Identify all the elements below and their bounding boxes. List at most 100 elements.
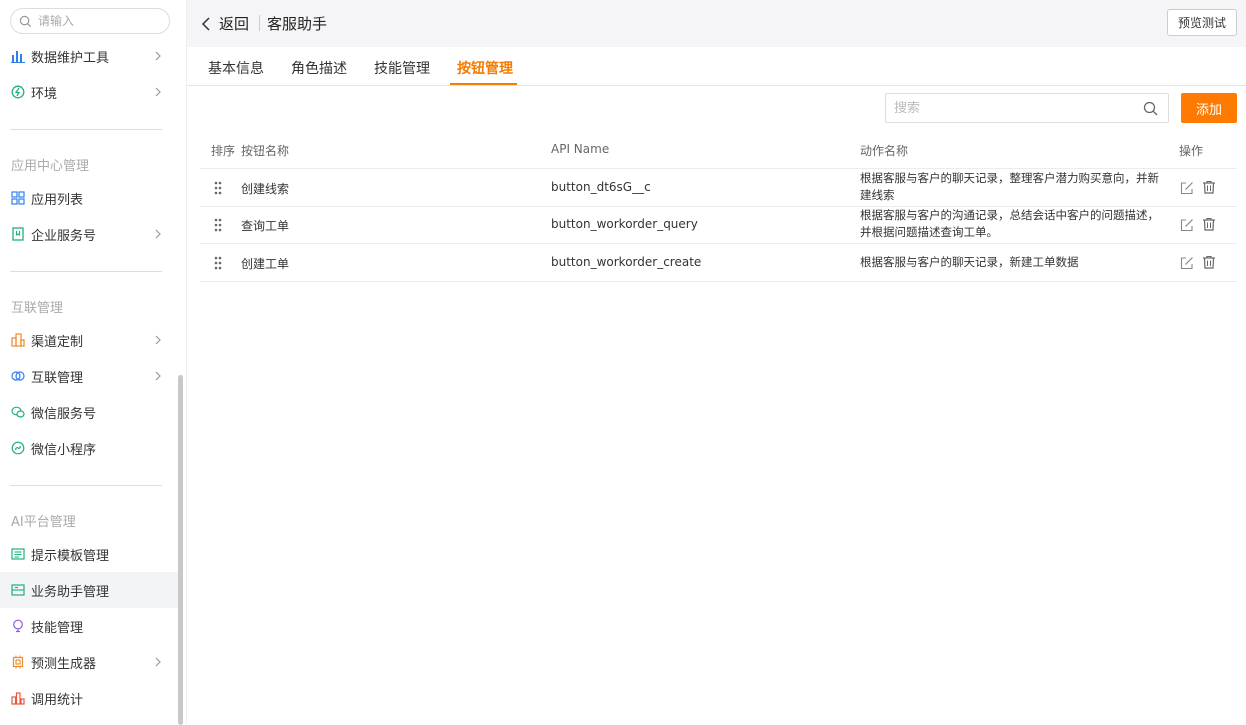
sidebar-divider — [10, 271, 162, 272]
chevron-right-icon — [155, 87, 161, 97]
bulb-icon — [11, 619, 25, 633]
page-header: 返回 客服助手 预览测试 — [187, 0, 1246, 47]
delete-icon[interactable] — [1202, 180, 1216, 194]
statistics-icon — [11, 691, 25, 705]
link-circles-icon — [11, 369, 25, 383]
sidebar-item-label: 应用列表 — [31, 192, 84, 208]
button-search-input[interactable] — [894, 100, 1134, 116]
group-title-app-center: 应用中心管理 — [11, 159, 90, 174]
row-api-name: button_dt6sG__c — [551, 180, 651, 194]
row-action-name: 根据客服与客户的沟通记录，总结会话中客户的问题描述，并根据问题描述查询工单。 — [860, 208, 1159, 239]
tab-role-description[interactable]: 角色描述 — [291, 58, 347, 78]
sidebar-item-label: 预测生成器 — [31, 656, 97, 672]
assistant-icon — [11, 583, 25, 597]
sidebar-item-wechat-service[interactable]: 微信服务号 — [0, 394, 178, 430]
sidebar-item-label: 互联管理 — [31, 370, 84, 386]
column-header-action-name: 动作名称 — [860, 144, 909, 158]
group-title-interconnect: 互联管理 — [11, 301, 64, 316]
sidebar-item-enterprise-service[interactable]: 企业服务号 — [0, 216, 178, 252]
sidebar-item-label: 调用统计 — [31, 692, 84, 708]
sidebar-item-label: 环境 — [31, 86, 58, 102]
column-header-operations: 操作 — [1179, 144, 1204, 158]
sidebar-item-label: 渠道定制 — [31, 334, 84, 350]
sidebar-divider — [10, 485, 162, 486]
row-action-name: 根据客服与客户的聊天记录，整理客户潜力购买意向，并新建线索 — [860, 171, 1159, 202]
active-tab-indicator — [450, 83, 517, 85]
sidebar-item-skill-management[interactable]: 技能管理 — [0, 608, 178, 644]
edit-icon[interactable] — [1180, 256, 1194, 270]
drag-handle-icon[interactable] — [214, 181, 222, 195]
sidebar-item-label: 数据维护工具 — [31, 50, 110, 66]
column-header-order: 排序 — [211, 144, 236, 158]
preview-test-button[interactable]: 预览测试 — [1167, 9, 1237, 36]
tab-skill-management[interactable]: 技能管理 — [374, 58, 430, 78]
sidebar-item-label: 技能管理 — [31, 620, 84, 636]
chevron-right-icon — [155, 371, 161, 381]
column-header-api-name: API Name — [551, 142, 610, 156]
edit-icon[interactable] — [1180, 218, 1194, 232]
sidebar-item-label: 微信服务号 — [31, 406, 97, 422]
bar-chart-icon — [11, 49, 25, 63]
sidebar-scrollbar[interactable] — [178, 375, 183, 725]
table-row: 创建工单 button_workorder_create 根据客服与客户的聊天记… — [200, 244, 1237, 282]
search-icon — [19, 15, 32, 27]
back-label: 返回 — [219, 15, 250, 33]
chip-icon — [11, 655, 25, 669]
miniprogram-icon — [11, 441, 25, 455]
template-icon — [11, 547, 25, 561]
sidebar-item-business-assistant[interactable]: 业务助手管理 — [0, 572, 178, 608]
tab-bar: 基本信息 角色描述 技能管理 按钮管理 — [187, 47, 1246, 86]
environment-icon — [11, 85, 25, 99]
sidebar-item-call-statistics[interactable]: 调用统计 — [0, 680, 178, 716]
sidebar-item-data-tools[interactable]: 数据维护工具 — [0, 38, 178, 74]
sidebar: 数据维护工具 环境 应用中心管理 应用列表 企业服务号 互联管理 渠道定制 — [0, 0, 187, 725]
sidebar-search[interactable] — [10, 8, 170, 34]
edit-icon[interactable] — [1180, 181, 1194, 195]
sidebar-item-label: 企业服务号 — [31, 228, 97, 244]
sidebar-item-wechat-miniprogram[interactable]: 微信小程序 — [0, 430, 178, 466]
sidebar-item-label: 业务助手管理 — [31, 584, 110, 600]
row-api-name: button_workorder_create — [551, 255, 702, 269]
wechat-icon — [11, 405, 25, 419]
row-api-name: button_workorder_query — [551, 217, 698, 231]
sidebar-item-label: 微信小程序 — [31, 442, 97, 458]
drag-handle-icon[interactable] — [214, 256, 222, 270]
row-action-name: 根据客服与客户的聊天记录，新建工单数据 — [860, 255, 1079, 269]
chevron-left-icon — [201, 16, 210, 31]
page-title: 客服助手 — [267, 15, 328, 33]
button-search[interactable] — [885, 93, 1169, 123]
sidebar-item-environment[interactable]: 环境 — [0, 74, 178, 110]
sidebar-item-interconnect[interactable]: 互联管理 — [0, 358, 178, 394]
sidebar-item-label: 提示模板管理 — [31, 548, 110, 564]
column-header-button-name: 按钮名称 — [241, 144, 290, 158]
chevron-right-icon — [155, 51, 161, 61]
chevron-right-icon — [155, 229, 161, 239]
delete-icon[interactable] — [1202, 255, 1216, 269]
sidebar-item-predict-generator[interactable]: 预测生成器 — [0, 644, 178, 680]
group-title-ai-platform: AI平台管理 — [11, 515, 76, 530]
grid-icon — [11, 191, 25, 205]
tab-button-management[interactable]: 按钮管理 — [457, 58, 513, 78]
add-button[interactable]: 添加 — [1181, 93, 1237, 123]
delete-icon[interactable] — [1202, 217, 1216, 231]
row-button-name: 创建线索 — [241, 182, 290, 196]
row-button-name: 创建工单 — [241, 257, 290, 271]
header-separator — [259, 15, 260, 31]
app-root: 数据维护工具 环境 应用中心管理 应用列表 企业服务号 互联管理 渠道定制 — [0, 0, 1246, 725]
chevron-right-icon — [155, 657, 161, 667]
row-button-name: 查询工单 — [241, 219, 290, 233]
sidebar-divider — [10, 129, 162, 130]
table-row: 创建线索 button_dt6sG__c 根据客服与客户的聊天记录，整理客户潜力… — [200, 169, 1237, 207]
bookmark-icon — [11, 227, 25, 241]
sidebar-item-prompt-templates[interactable]: 提示模板管理 — [0, 536, 178, 572]
sidebar-item-app-list[interactable]: 应用列表 — [0, 180, 178, 216]
drag-handle-icon[interactable] — [214, 218, 222, 232]
building-icon — [11, 333, 25, 347]
sidebar-item-channel-custom[interactable]: 渠道定制 — [0, 322, 178, 358]
chevron-right-icon — [155, 335, 161, 345]
sidebar-search-input[interactable] — [38, 14, 158, 28]
table-row: 查询工单 button_workorder_query 根据客服与客户的沟通记录… — [200, 207, 1237, 244]
tab-basic-info[interactable]: 基本信息 — [208, 58, 264, 78]
back-button[interactable]: 返回 — [201, 13, 249, 34]
search-icon[interactable] — [1143, 101, 1158, 116]
